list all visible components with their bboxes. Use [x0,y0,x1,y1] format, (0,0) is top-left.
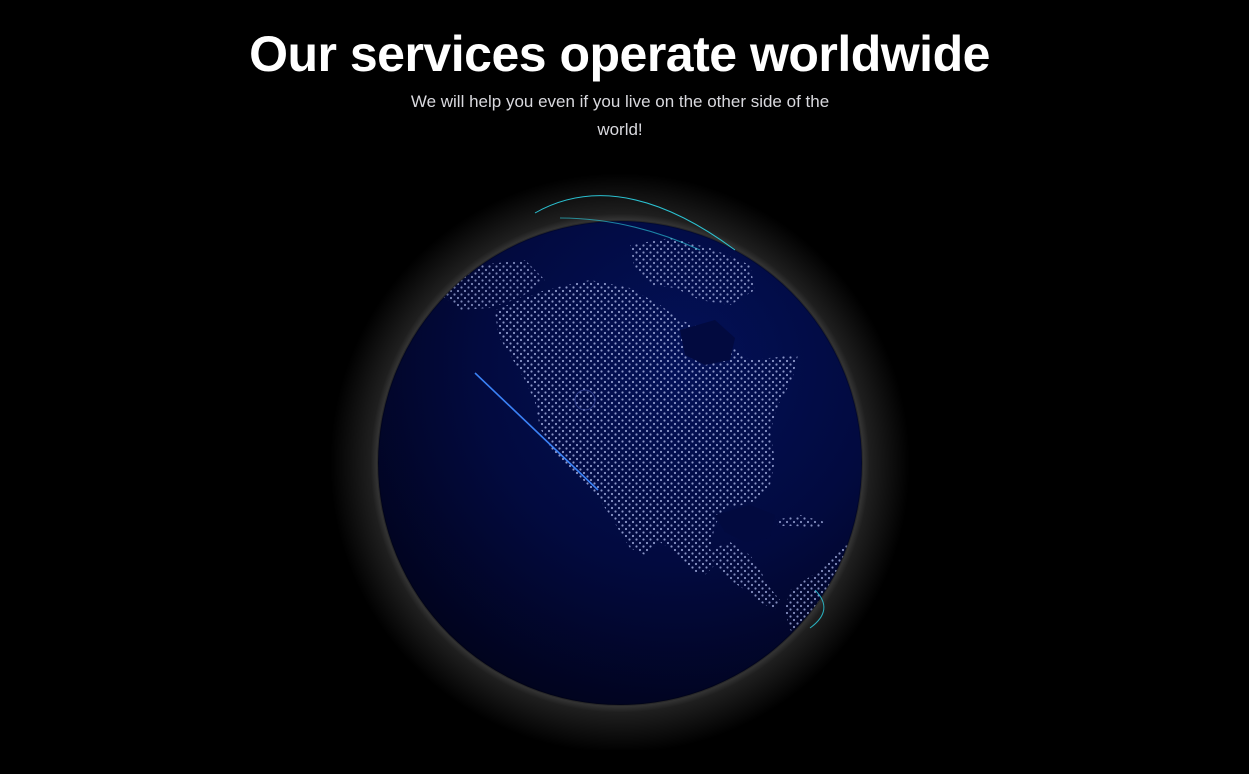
globe-svg [330,173,910,750]
section-subtitle: We will help you even if you live on the… [410,92,830,139]
globe-visual [330,170,910,750]
section-title: Our services operate worldwide [249,26,990,82]
